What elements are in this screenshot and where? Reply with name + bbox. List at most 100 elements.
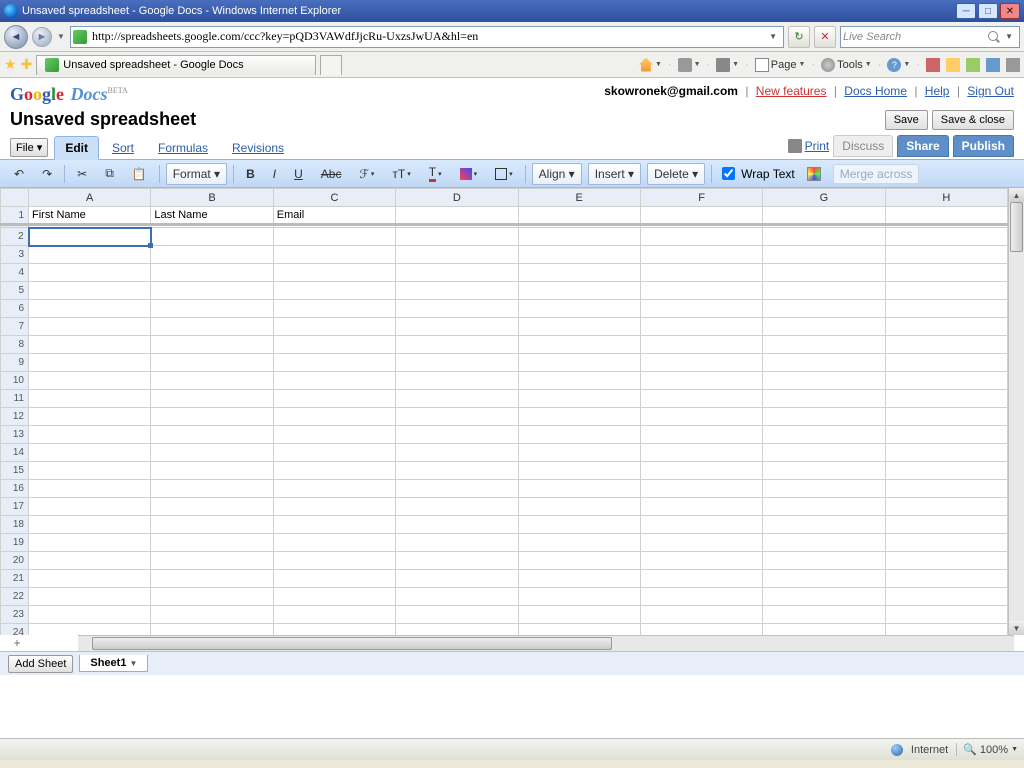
cell-B2[interactable] xyxy=(151,228,273,246)
tab-share[interactable]: Share xyxy=(897,135,948,157)
tab-discuss[interactable]: Discuss xyxy=(833,135,893,157)
tab-revisions[interactable]: Revisions xyxy=(221,136,295,159)
horizontal-scrollbar[interactable] xyxy=(78,635,1014,651)
cell-F7[interactable] xyxy=(640,318,762,336)
cell-B20[interactable] xyxy=(151,552,273,570)
cell-F11[interactable] xyxy=(640,390,762,408)
cell-H18[interactable] xyxy=(885,516,1007,534)
cell-D12[interactable] xyxy=(396,408,518,426)
cell-D17[interactable] xyxy=(396,498,518,516)
new-tab-button[interactable] xyxy=(320,55,342,75)
row-header-3[interactable]: 3 xyxy=(1,246,29,264)
cell-A22[interactable] xyxy=(29,588,151,606)
address-bar[interactable]: ▼ xyxy=(70,26,784,48)
row-header-6[interactable]: 6 xyxy=(1,300,29,318)
cell-D2[interactable] xyxy=(396,228,518,246)
cell-G12[interactable] xyxy=(763,408,885,426)
help-button[interactable]: ?▼ xyxy=(887,58,910,72)
cell-A10[interactable] xyxy=(29,372,151,390)
cell-H14[interactable] xyxy=(885,444,1007,462)
docs-home-link[interactable]: Docs Home xyxy=(844,84,907,98)
cell-F3[interactable] xyxy=(640,246,762,264)
cell-H9[interactable] xyxy=(885,354,1007,372)
cell-G4[interactable] xyxy=(763,264,885,282)
refresh-button[interactable]: ↻ xyxy=(788,26,810,48)
cell-F4[interactable] xyxy=(640,264,762,282)
cell-B15[interactable] xyxy=(151,462,273,480)
cell-D16[interactable] xyxy=(396,480,518,498)
copy-button[interactable]: ⧉ xyxy=(99,162,120,185)
cell-E12[interactable] xyxy=(518,408,640,426)
cell-A12[interactable] xyxy=(29,408,151,426)
hscroll-thumb[interactable] xyxy=(92,637,612,650)
cell-A8[interactable] xyxy=(29,336,151,354)
cell-A15[interactable] xyxy=(29,462,151,480)
cell-A20[interactable] xyxy=(29,552,151,570)
cell-C20[interactable] xyxy=(273,552,395,570)
cell-B12[interactable] xyxy=(151,408,273,426)
close-button[interactable]: ✕ xyxy=(1000,3,1020,19)
tools-menu[interactable]: Tools▼ xyxy=(821,58,872,72)
file-menu[interactable]: File ▾ xyxy=(10,138,48,157)
cell-H16[interactable] xyxy=(885,480,1007,498)
zoom-control[interactable]: 🔍 100% ▼ xyxy=(956,743,1018,756)
cell-E14[interactable] xyxy=(518,444,640,462)
vertical-scrollbar[interactable]: ▲ ▼ xyxy=(1008,188,1024,635)
cell-C14[interactable] xyxy=(273,444,395,462)
cell-C10[interactable] xyxy=(273,372,395,390)
cell-G15[interactable] xyxy=(763,462,885,480)
row-header-23[interactable]: 23 xyxy=(1,606,29,624)
cell-H12[interactable] xyxy=(885,408,1007,426)
cell-B11[interactable] xyxy=(151,390,273,408)
cell-C11[interactable] xyxy=(273,390,395,408)
sheet-tab-1[interactable]: Sheet1▼ xyxy=(79,655,148,672)
cell-H17[interactable] xyxy=(885,498,1007,516)
cell-B3[interactable] xyxy=(151,246,273,264)
ext-icon-2[interactable] xyxy=(946,58,960,72)
cell-E13[interactable] xyxy=(518,426,640,444)
cell-B24[interactable] xyxy=(151,624,273,636)
undo-button[interactable]: ↶ xyxy=(8,163,30,185)
cell-B8[interactable] xyxy=(151,336,273,354)
col-header-H[interactable]: H xyxy=(885,189,1007,207)
print-link[interactable]: Print xyxy=(788,139,830,153)
cell-E15[interactable] xyxy=(518,462,640,480)
cell-D13[interactable] xyxy=(396,426,518,444)
google-docs-logo[interactable]: Google DocsBETA xyxy=(10,84,128,105)
cell-C2[interactable] xyxy=(273,228,395,246)
cell-E17[interactable] xyxy=(518,498,640,516)
nav-dropdown[interactable]: ▼ xyxy=(56,32,66,41)
cell-B18[interactable] xyxy=(151,516,273,534)
cell-C13[interactable] xyxy=(273,426,395,444)
cell-B16[interactable] xyxy=(151,480,273,498)
align-menu[interactable]: Align ▾ xyxy=(532,163,582,185)
row-header-18[interactable]: 18 xyxy=(1,516,29,534)
search-box[interactable]: Live Search ▼ xyxy=(840,26,1020,48)
save-close-button[interactable]: Save & close xyxy=(932,110,1014,130)
cell-E18[interactable] xyxy=(518,516,640,534)
cell-E6[interactable] xyxy=(518,300,640,318)
cell-D20[interactable] xyxy=(396,552,518,570)
cell-D19[interactable] xyxy=(396,534,518,552)
new-features-link[interactable]: New features xyxy=(756,84,827,98)
wrap-text-checkbox[interactable]: Wrap Text xyxy=(718,164,795,183)
row-header-20[interactable]: 20 xyxy=(1,552,29,570)
row-header-2[interactable]: 2 xyxy=(1,228,29,246)
cell-B17[interactable] xyxy=(151,498,273,516)
cell-C17[interactable] xyxy=(273,498,395,516)
col-header-F[interactable]: F xyxy=(640,189,762,207)
cell-H13[interactable] xyxy=(885,426,1007,444)
cell-D15[interactable] xyxy=(396,462,518,480)
cell-A16[interactable] xyxy=(29,480,151,498)
cell-G19[interactable] xyxy=(763,534,885,552)
strike-button[interactable]: Abc xyxy=(315,163,348,185)
cell-A13[interactable] xyxy=(29,426,151,444)
cell-C5[interactable] xyxy=(273,282,395,300)
cell-C22[interactable] xyxy=(273,588,395,606)
cell-G14[interactable] xyxy=(763,444,885,462)
cell-A19[interactable] xyxy=(29,534,151,552)
cell-G13[interactable] xyxy=(763,426,885,444)
ext-icon-1[interactable] xyxy=(926,58,940,72)
cell-H21[interactable] xyxy=(885,570,1007,588)
row-header-19[interactable]: 19 xyxy=(1,534,29,552)
